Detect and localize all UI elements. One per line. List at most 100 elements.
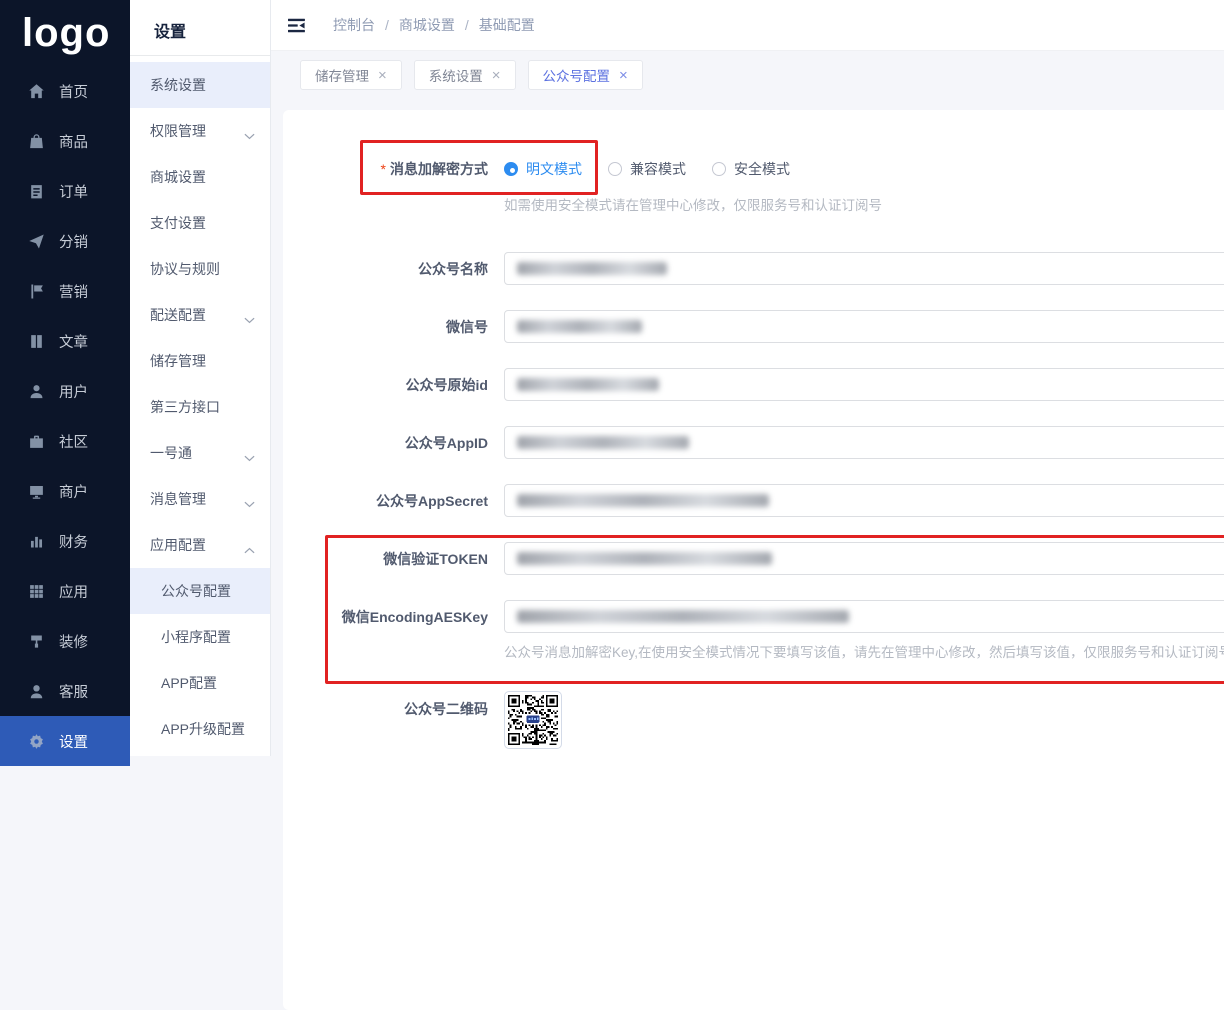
field-row-微信验证TOKEN: 微信验证TOKEN bbox=[283, 542, 1224, 575]
submenu-item[interactable]: 配送配置 bbox=[130, 292, 270, 338]
sidebar-item-articles[interactable]: 文章 bbox=[0, 316, 130, 366]
sidebar-item-users[interactable]: 用户 bbox=[0, 366, 130, 416]
sidebar-item-settings[interactable]: 设置 bbox=[0, 716, 130, 766]
submenu-item[interactable]: 支付设置 bbox=[130, 200, 270, 246]
field-input-微信验证TOKEN[interactable] bbox=[504, 542, 1224, 575]
settings-form-card: *消息加解密方式 明文模式兼容模式安全模式 如需使用安全模式请在管理中心修改，仅… bbox=[283, 110, 1224, 1010]
paint-icon bbox=[28, 633, 45, 650]
radio-兼容模式[interactable]: 兼容模式 bbox=[608, 159, 686, 179]
field-input-公众号名称[interactable] bbox=[504, 252, 1224, 285]
submenu-item[interactable]: 储存管理 bbox=[130, 338, 270, 384]
primary-sidebar: logo 首页商品订单分销营销文章用户社区商户财务应用装修客服设置 bbox=[0, 0, 130, 756]
briefcase-icon bbox=[28, 433, 45, 450]
sidebar-item-orders[interactable]: 订单 bbox=[0, 166, 130, 216]
field-input-微信EncodingAESKey[interactable] bbox=[504, 600, 1224, 633]
field-label: 公众号原始id bbox=[283, 375, 488, 395]
field-label: 公众号名称 bbox=[283, 259, 488, 279]
sidebar-item-distribute[interactable]: 分销 bbox=[0, 216, 130, 266]
collapse-menu-icon[interactable] bbox=[288, 17, 307, 34]
redacted-value bbox=[517, 610, 849, 623]
submenu-item[interactable]: APP配置 bbox=[130, 660, 270, 706]
book-icon bbox=[28, 333, 45, 350]
radio-label: 明文模式 bbox=[526, 159, 582, 179]
field-row-公众号原始id: 公众号原始id bbox=[283, 368, 1224, 401]
radio-label: 安全模式 bbox=[734, 159, 790, 179]
submenu-item[interactable]: 消息管理 bbox=[130, 476, 270, 522]
submenu-item[interactable]: 小程序配置 bbox=[130, 614, 270, 660]
qrcode-image bbox=[504, 691, 562, 749]
form-fields: 公众号名称微信号公众号原始id公众号AppID公众号AppSecret微信验证T… bbox=[283, 252, 1224, 661]
breadcrumb-separator: / bbox=[385, 17, 389, 33]
sidebar-item-marketing[interactable]: 营销 bbox=[0, 266, 130, 316]
breadcrumb-item[interactable]: 商城设置 bbox=[399, 15, 455, 35]
redacted-value bbox=[517, 552, 772, 565]
field-input-公众号AppID[interactable] bbox=[504, 426, 1224, 459]
sidebar-item-home[interactable]: 首页 bbox=[0, 66, 130, 116]
sidebar-item-label: 商品 bbox=[59, 131, 88, 152]
sidebar-item-service[interactable]: 客服 bbox=[0, 666, 130, 716]
submenu-item[interactable]: APP升级配置 bbox=[130, 706, 270, 752]
submenu-item[interactable]: 权限管理 bbox=[130, 108, 270, 154]
field-row-公众号AppID: 公众号AppID bbox=[283, 426, 1224, 459]
qrcode-row: 公众号二维码 bbox=[283, 691, 1224, 749]
sidebar-item-label: 财务 bbox=[59, 531, 88, 552]
submenu-item[interactable]: 应用配置 bbox=[130, 522, 270, 568]
breadcrumb-item[interactable]: 控制台 bbox=[333, 15, 375, 35]
submenu-item-label: 第三方接口 bbox=[150, 397, 220, 417]
submenu-item[interactable]: 系统设置 bbox=[130, 62, 270, 108]
chevron-down-icon bbox=[244, 311, 255, 318]
primary-sidebar-list: 首页商品订单分销营销文章用户社区商户财务应用装修客服设置 bbox=[0, 66, 130, 766]
submenu-item[interactable]: 商城设置 bbox=[130, 154, 270, 200]
field-input-公众号AppSecret[interactable] bbox=[504, 484, 1224, 517]
submenu-item[interactable]: 一号通 bbox=[130, 430, 270, 476]
radio-dot-icon[interactable] bbox=[712, 162, 726, 176]
bar-chart-icon bbox=[28, 533, 45, 550]
redacted-value bbox=[517, 494, 769, 507]
tab-公众号配置[interactable]: 公众号配置 × bbox=[528, 60, 643, 90]
field-label: 微信EncodingAESKey bbox=[283, 607, 488, 627]
sidebar-item-decorate[interactable]: 装修 bbox=[0, 616, 130, 666]
tab-label: 公众号配置 bbox=[543, 65, 611, 85]
field-row-公众号AppSecret: 公众号AppSecret bbox=[283, 484, 1224, 517]
topbar: 控制台 / 商城设置 / 基础配置 bbox=[270, 0, 1224, 51]
encrypt-mode-label: *消息加解密方式 bbox=[283, 159, 488, 179]
sidebar-item-goods[interactable]: 商品 bbox=[0, 116, 130, 166]
radio-label: 兼容模式 bbox=[630, 159, 686, 179]
radio-dot-icon[interactable] bbox=[504, 162, 518, 176]
submenu-item-label: 应用配置 bbox=[150, 535, 206, 555]
submenu-item[interactable]: 协议与规则 bbox=[130, 246, 270, 292]
radio-dot-icon[interactable] bbox=[608, 162, 622, 176]
redacted-value bbox=[517, 378, 659, 391]
tab-系统设置[interactable]: 系统设置× bbox=[414, 60, 516, 90]
submenu-item-label: 消息管理 bbox=[150, 489, 206, 509]
redacted-value bbox=[517, 436, 689, 449]
sidebar-item-finance[interactable]: 财务 bbox=[0, 516, 130, 566]
sidebar-item-apps[interactable]: 应用 bbox=[0, 566, 130, 616]
sidebar-item-label: 商户 bbox=[59, 481, 88, 502]
submenu-item[interactable]: 公众号配置 bbox=[130, 568, 270, 614]
settings-submenu: 设置 系统设置权限管理商城设置支付设置协议与规则配送配置储存管理第三方接口一号通… bbox=[130, 0, 271, 756]
submenu-item-label: 权限管理 bbox=[150, 121, 206, 141]
home-icon bbox=[28, 83, 45, 100]
field-input-微信号[interactable] bbox=[504, 310, 1224, 343]
clipboard-icon bbox=[28, 183, 45, 200]
chevron-down-icon bbox=[244, 449, 255, 456]
radio-安全模式[interactable]: 安全模式 bbox=[712, 159, 790, 179]
submenu-item-label: 配送配置 bbox=[150, 305, 206, 325]
field-row-公众号名称: 公众号名称 bbox=[283, 252, 1224, 285]
submenu-item[interactable]: 第三方接口 bbox=[130, 384, 270, 430]
field-input-公众号原始id[interactable] bbox=[504, 368, 1224, 401]
tab-close-icon[interactable]: × bbox=[492, 68, 501, 83]
tab-close-icon[interactable]: × bbox=[619, 68, 628, 83]
tab-close-icon[interactable]: × bbox=[378, 68, 387, 83]
sidebar-item-community[interactable]: 社区 bbox=[0, 416, 130, 466]
radio-明文模式[interactable]: 明文模式 bbox=[504, 159, 582, 179]
sidebar-item-merchants[interactable]: 商户 bbox=[0, 466, 130, 516]
breadcrumb-item[interactable]: 基础配置 bbox=[479, 15, 535, 35]
tab-储存管理[interactable]: 储存管理× bbox=[300, 60, 402, 90]
breadcrumb-separator: / bbox=[465, 17, 469, 33]
field-label: 公众号AppSecret bbox=[283, 491, 488, 511]
submenu-item-label: 商城设置 bbox=[150, 167, 206, 187]
sidebar-item-label: 设置 bbox=[59, 731, 88, 752]
monitor-icon bbox=[28, 483, 45, 500]
